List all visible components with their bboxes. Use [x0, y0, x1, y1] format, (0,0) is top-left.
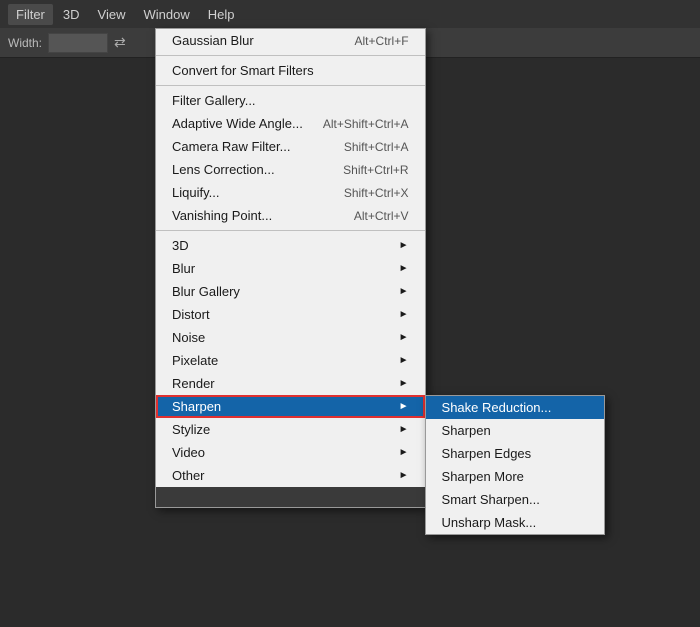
menu-item-liquify[interactable]: Liquify... Shift+Ctrl+X: [156, 181, 425, 204]
video-label: Video: [172, 445, 205, 460]
vanishing-point-label: Vanishing Point...: [172, 208, 272, 223]
3d-arrow-icon: ►: [399, 240, 409, 251]
menu-item-adaptive-wide[interactable]: Adaptive Wide Angle... Alt+Shift+Ctrl+A: [156, 112, 425, 135]
gaussian-blur-shortcut: Alt+Ctrl+F: [355, 34, 409, 48]
menu-bar: Filter 3D View Window Help: [0, 0, 700, 28]
3d-label: 3D: [172, 238, 189, 253]
lens-correction-shortcut: Shift+Ctrl+R: [343, 163, 408, 177]
menu-item-blur[interactable]: Blur ►: [156, 257, 425, 280]
menu-item-video[interactable]: Video ►: [156, 441, 425, 464]
submenu-sharpen-edges[interactable]: Sharpen Edges: [426, 442, 604, 465]
menu-item-gaussian-blur[interactable]: Gaussian Blur Alt+Ctrl+F: [156, 29, 425, 52]
adaptive-wide-shortcut: Alt+Shift+Ctrl+A: [323, 117, 409, 131]
noise-label: Noise: [172, 330, 205, 345]
submenu-shake-reduction[interactable]: Shake Reduction...: [426, 396, 604, 419]
blur-label: Blur: [172, 261, 195, 276]
blur-gallery-label: Blur Gallery: [172, 284, 240, 299]
smart-sharpen-label: Smart Sharpen...: [442, 492, 540, 507]
menu-item-lens-correction[interactable]: Lens Correction... Shift+Ctrl+R: [156, 158, 425, 181]
render-label: Render: [172, 376, 215, 391]
width-label: Width:: [8, 36, 42, 50]
lens-correction-label: Lens Correction...: [172, 162, 275, 177]
other-arrow-icon: ►: [399, 470, 409, 481]
menu-item-vanishing-point[interactable]: Vanishing Point... Alt+Ctrl+V: [156, 204, 425, 227]
menu-item-other[interactable]: Other ►: [156, 464, 425, 487]
sharpen-only-label: Sharpen: [442, 423, 491, 438]
separator-3: [156, 230, 425, 231]
menu-item-filter-gallery[interactable]: Filter Gallery...: [156, 89, 425, 112]
camera-raw-label: Camera Raw Filter...: [172, 139, 290, 154]
separator-2: [156, 85, 425, 86]
menu-bar-view[interactable]: View: [90, 4, 134, 25]
sharpen-submenu: Shake Reduction... Sharpen Sharpen Edges…: [425, 395, 605, 535]
adaptive-wide-label: Adaptive Wide Angle...: [172, 116, 303, 131]
app-background: Filter 3D View Window Help Width: ⇄ Gaus…: [0, 0, 700, 627]
vanishing-point-shortcut: Alt+Ctrl+V: [354, 209, 409, 223]
blur-gallery-arrow-icon: ►: [399, 286, 409, 297]
menu-bottom-area: [156, 487, 425, 507]
unsharp-mask-label: Unsharp Mask...: [442, 515, 537, 530]
sharpen-edges-label: Sharpen Edges: [442, 446, 532, 461]
width-input[interactable]: [48, 33, 108, 53]
other-label: Other: [172, 468, 205, 483]
camera-raw-shortcut: Shift+Ctrl+A: [344, 140, 409, 154]
submenu-unsharp-mask[interactable]: Unsharp Mask...: [426, 511, 604, 534]
filter-menu: Gaussian Blur Alt+Ctrl+F Convert for Sma…: [155, 28, 426, 508]
menu-item-render[interactable]: Render ►: [156, 372, 425, 395]
blur-arrow-icon: ►: [399, 263, 409, 274]
pixelate-arrow-icon: ►: [399, 355, 409, 366]
menu-item-noise[interactable]: Noise ►: [156, 326, 425, 349]
render-arrow-icon: ►: [399, 378, 409, 389]
filter-dropdown: Gaussian Blur Alt+Ctrl+F Convert for Sma…: [155, 28, 426, 508]
gaussian-blur-label: Gaussian Blur: [172, 33, 254, 48]
menu-item-stylize[interactable]: Stylize ►: [156, 418, 425, 441]
menu-item-convert-smart[interactable]: Convert for Smart Filters: [156, 59, 425, 82]
sharpen-arrow-icon: ►: [399, 401, 409, 412]
toolbar-arrow-icon: ⇄: [114, 34, 126, 51]
menu-bar-filter[interactable]: Filter: [8, 4, 53, 25]
menu-item-3d[interactable]: 3D ►: [156, 234, 425, 257]
submenu-sharpen-more[interactable]: Sharpen More: [426, 465, 604, 488]
sharpen-more-label: Sharpen More: [442, 469, 524, 484]
submenu-smart-sharpen[interactable]: Smart Sharpen...: [426, 488, 604, 511]
stylize-arrow-icon: ►: [399, 424, 409, 435]
stylize-label: Stylize: [172, 422, 210, 437]
menu-item-pixelate[interactable]: Pixelate ►: [156, 349, 425, 372]
menu-item-blur-gallery[interactable]: Blur Gallery ►: [156, 280, 425, 303]
distort-label: Distort: [172, 307, 210, 322]
liquify-label: Liquify...: [172, 185, 219, 200]
distort-arrow-icon: ►: [399, 309, 409, 320]
filter-gallery-label: Filter Gallery...: [172, 93, 256, 108]
pixelate-label: Pixelate: [172, 353, 218, 368]
menu-bar-window[interactable]: Window: [135, 4, 197, 25]
sharpen-label: Sharpen: [172, 399, 221, 414]
noise-arrow-icon: ►: [399, 332, 409, 343]
menu-item-sharpen[interactable]: Sharpen ► Shake Reduction... Sharpen Sha…: [156, 395, 425, 418]
menu-bar-help[interactable]: Help: [200, 4, 243, 25]
shake-reduction-label: Shake Reduction...: [442, 400, 552, 415]
menu-bar-3d[interactable]: 3D: [55, 4, 88, 25]
separator-1: [156, 55, 425, 56]
video-arrow-icon: ►: [399, 447, 409, 458]
menu-item-distort[interactable]: Distort ►: [156, 303, 425, 326]
liquify-shortcut: Shift+Ctrl+X: [344, 186, 409, 200]
submenu-sharpen[interactable]: Sharpen: [426, 419, 604, 442]
menu-item-camera-raw[interactable]: Camera Raw Filter... Shift+Ctrl+A: [156, 135, 425, 158]
convert-smart-label: Convert for Smart Filters: [172, 63, 314, 78]
